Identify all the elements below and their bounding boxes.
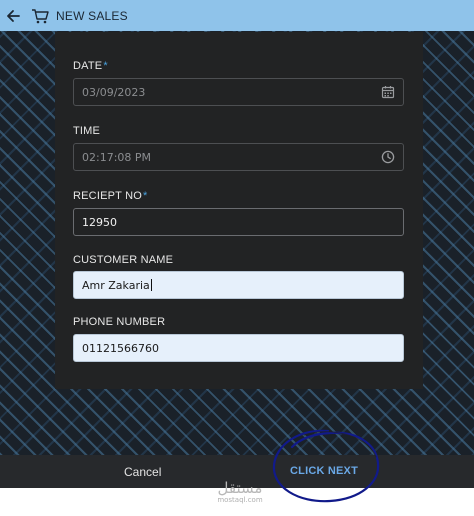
- date-value: 03/09/2023: [82, 85, 146, 99]
- date-label: DATE*: [73, 60, 108, 72]
- customer-name-label: CUSTOMER NAME: [73, 254, 174, 266]
- receipt-number-field[interactable]: 12950: [73, 208, 404, 236]
- receipt-number-value: 12950: [82, 215, 117, 229]
- background-pattern: DATE* 03/09/2023 TIME 02:17:08 PM RECIEP…: [0, 31, 474, 455]
- watermark-logo: مستقل mostaql.com: [217, 479, 263, 504]
- phone-number-label: PHONE NUMBER: [73, 316, 166, 328]
- shopping-cart-icon: [31, 7, 49, 25]
- date-field[interactable]: 03/09/2023: [73, 78, 404, 106]
- customer-name-value: Amr Zakaria: [82, 278, 150, 292]
- back-arrow-icon[interactable]: [4, 7, 22, 25]
- time-value: 02:17:08 PM: [82, 150, 152, 164]
- app-header: NEW SALES: [0, 0, 474, 31]
- next-button[interactable]: CLICK NEXT: [290, 465, 358, 477]
- sales-form-card: DATE* 03/09/2023 TIME 02:17:08 PM RECIEP…: [55, 32, 423, 389]
- phone-number-field[interactable]: 01121566760: [73, 334, 404, 362]
- text-cursor: [150, 279, 152, 291]
- calendar-icon[interactable]: [381, 85, 395, 99]
- phone-number-value: 01121566760: [82, 341, 159, 355]
- customer-name-field[interactable]: Amr Zakaria: [73, 271, 404, 299]
- receipt-label: RECIEPT NO*: [73, 190, 148, 202]
- clock-icon[interactable]: [381, 150, 395, 164]
- cancel-button[interactable]: Cancel: [124, 465, 161, 479]
- time-label: TIME: [73, 125, 101, 137]
- page-title: NEW SALES: [56, 8, 128, 23]
- time-field[interactable]: 02:17:08 PM: [73, 143, 404, 171]
